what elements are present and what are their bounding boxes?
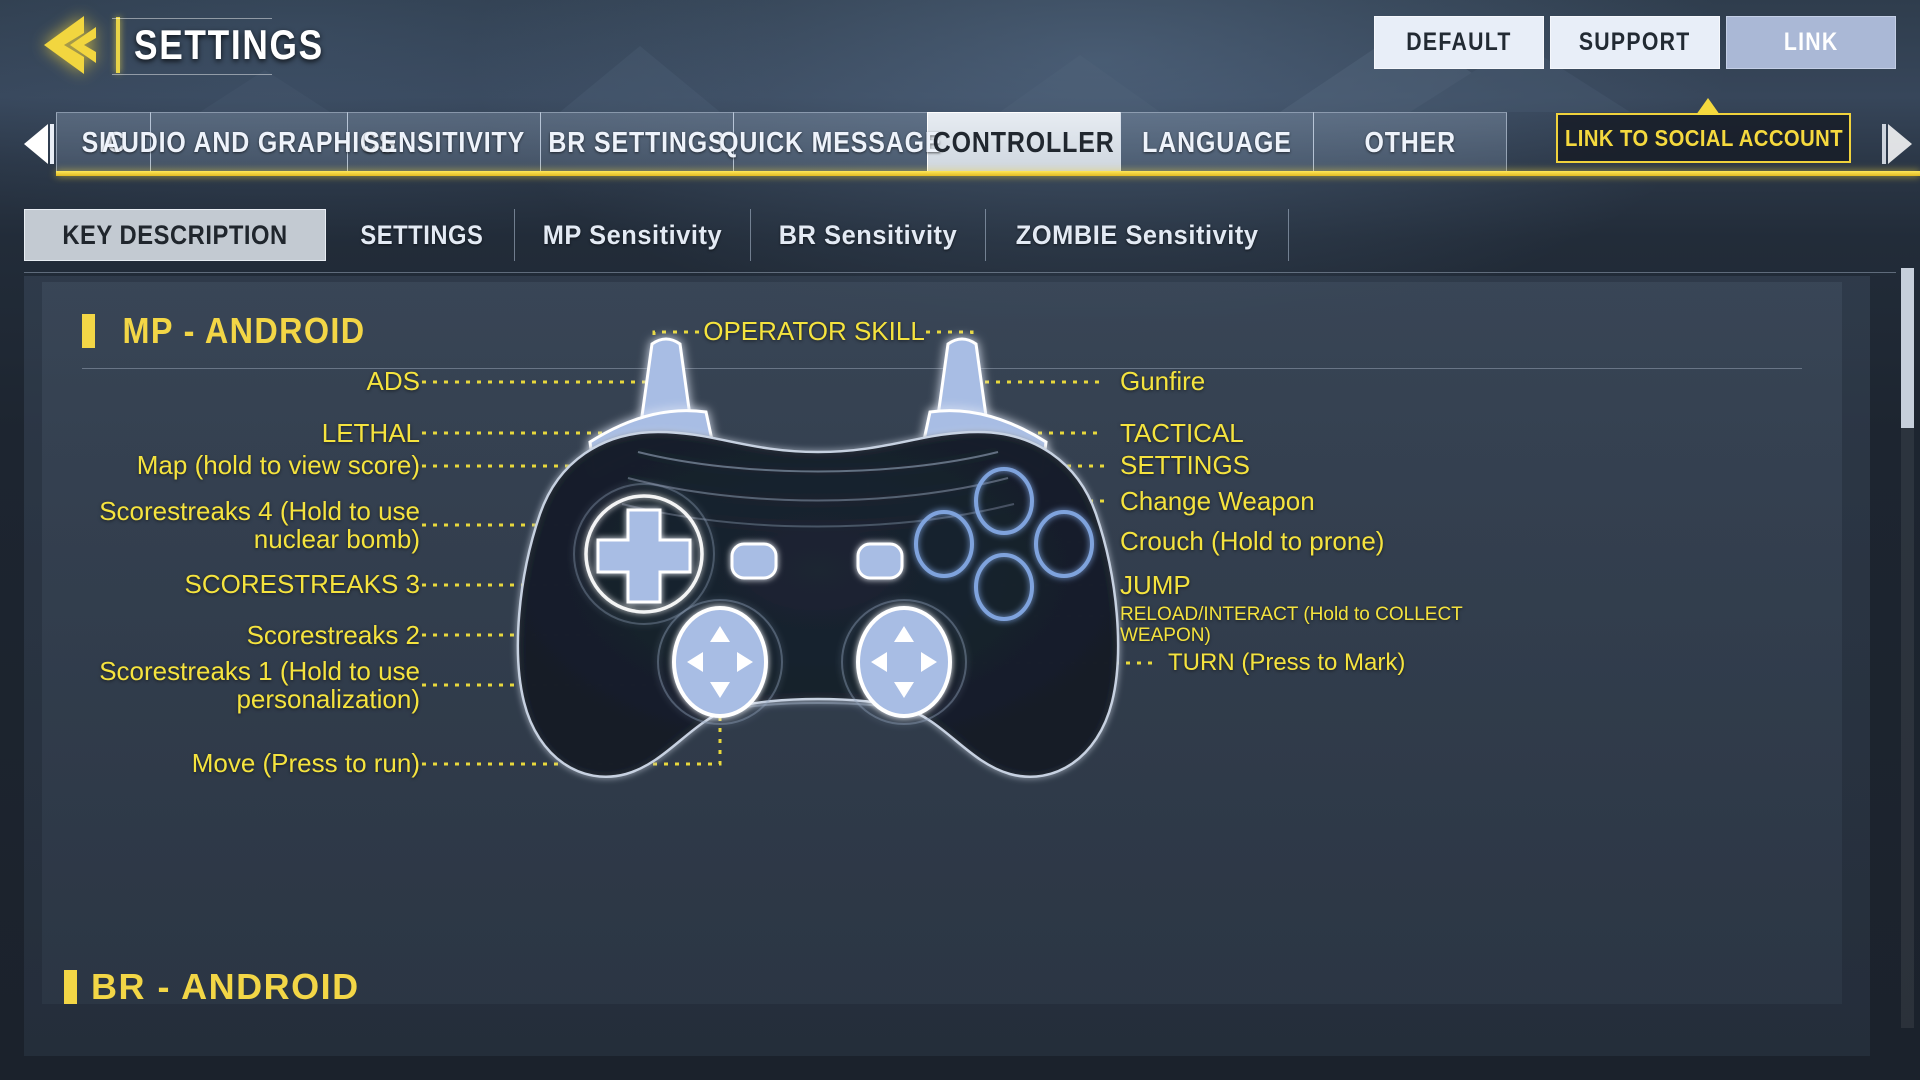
diagram-label-move: Move (Press to run) <box>191 748 420 778</box>
subtab-label: ZOMBIE Sensitivity <box>1015 219 1259 250</box>
diagram-label-operator-skill: OPERATOR SKILL <box>703 316 925 346</box>
chevron-right-icon[interactable] <box>1880 122 1914 166</box>
top-header: SETTINGS DEFAULT SUPPORT LINK <box>0 0 1920 100</box>
subtab-zombie-sensitivity[interactable]: ZOMBIE Sensitivity <box>986 209 1290 261</box>
tab-quick-message[interactable]: QUICK MESSAGE <box>719 112 941 174</box>
diagram-label-change-weapon: Change Weapon <box>1120 486 1315 516</box>
subtab-key-description[interactable]: KEY DESCRIPTION <box>24 209 327 261</box>
diagram-label-crouch: Crouch (Hold to prone) <box>1120 526 1385 556</box>
diagram-label-gunfire: Gunfire <box>1120 366 1206 396</box>
diagram-label-settings: SETTINGS <box>1120 450 1251 480</box>
diagram-label-scorestreaks-4: Scorestreaks 4 (Hold to use nuclear bomb… <box>99 496 420 554</box>
next-section-title-marker <box>64 970 77 1004</box>
diagram-label-tactical: TACTICAL <box>1120 418 1244 448</box>
diagram-label-turn: TURN (Press to Mark) <box>1168 649 1406 676</box>
subtab-label: MP Sensitivity <box>542 219 723 250</box>
tab-controller[interactable]: CONTROLLER <box>927 112 1121 174</box>
content-scrollbar[interactable] <box>1901 268 1914 1028</box>
header-button-support[interactable]: SUPPORT <box>1550 16 1720 69</box>
header-button-link[interactable]: LINK <box>1726 16 1896 69</box>
settings-screen: SETTINGS DEFAULT SUPPORT LINK SIC AUDIO AND… <box>0 0 1920 1080</box>
tab-br-settings[interactable]: BR SETTINGS <box>540 112 734 174</box>
tab-label: OTHER <box>1364 127 1456 159</box>
title-rule-bottom <box>112 74 272 75</box>
subtab-mp-sensitivity[interactable]: MP Sensitivity <box>515 209 751 261</box>
tab-label: BR SETTINGS <box>548 127 726 159</box>
header-buttons: DEFAULT SUPPORT LINK <box>1374 16 1896 69</box>
diagram-label-scorestreaks-1: Scorestreaks 1 (Hold to use personalizat… <box>99 656 420 714</box>
tab-label: AUDIO AND GRAPHICS <box>101 127 397 159</box>
tab-label: CONTROLLER <box>933 127 1115 159</box>
tab-label: SENSITIVITY <box>363 127 525 159</box>
controller-key-diagram: OPERATOR SKILL ADS LETHAL Map (hold to v… <box>42 282 1870 1056</box>
header-button-label: LINK <box>1783 28 1839 56</box>
scrollbar-thumb[interactable] <box>1901 268 1914 428</box>
header-button-default[interactable]: DEFAULT <box>1374 16 1544 69</box>
diagram-label-reload-interact: RELOAD/INTERACT (Hold to COLLECT WEAPON) <box>1120 604 1463 647</box>
next-section-title-text: BR - ANDROID <box>91 966 360 1007</box>
header-left-group: SETTINGS <box>40 14 360 76</box>
title-rule-top <box>112 18 272 19</box>
content-panel: MP - ANDROID OPERATOR SKILL ADS LETHAL M… <box>24 276 1870 1056</box>
back-arrow-icon[interactable] <box>40 14 110 76</box>
link-social-account-tooltip: LINK TO SOCIAL ACCOUNT <box>1556 98 1851 163</box>
tab-label: QUICK MESSAGE <box>718 127 943 159</box>
sub-tab-divider <box>24 272 1896 273</box>
tab-sensitivity[interactable]: SENSITIVITY <box>347 112 541 174</box>
subtab-label: SETTINGS <box>360 219 484 250</box>
tab-bar-underline <box>56 171 1920 176</box>
tab-other[interactable]: OTHER <box>1313 112 1507 174</box>
header-button-label: DEFAULT <box>1406 28 1512 56</box>
subtab-label: BR Sensitivity <box>778 219 958 250</box>
diagram-label-scorestreaks-3: SCORESTREAKS 3 <box>184 569 420 599</box>
diagram-label-ads: ADS <box>366 366 420 396</box>
tooltip-arrow-icon <box>1695 98 1720 115</box>
diagram-label-scorestreaks-2: Scorestreaks 2 <box>246 620 420 650</box>
tooltip-text: LINK TO SOCIAL ACCOUNT <box>1564 124 1843 151</box>
subtab-br-sensitivity[interactable]: BR Sensitivity <box>751 209 986 261</box>
diagram-label-map: Map (hold to view score) <box>136 450 420 480</box>
mp-android-card: MP - ANDROID OPERATOR SKILL ADS LETHAL M… <box>42 282 1842 1004</box>
chevron-left-icon[interactable] <box>22 122 56 166</box>
header-button-label: SUPPORT <box>1579 28 1691 56</box>
sub-tab-bar: KEY DESCRIPTION SETTINGS MP Sensitivity BR … <box>24 205 1896 265</box>
tab-audio-and-graphics[interactable]: AUDIO AND GRAPHICS <box>102 112 395 174</box>
subtab-label: KEY DESCRIPTION <box>62 219 288 250</box>
tab-label: LANGUAGE <box>1142 127 1292 159</box>
next-section-title: BR - ANDROID <box>64 966 360 1008</box>
subtab-settings[interactable]: SETTINGS <box>330 209 515 261</box>
title-divider <box>116 17 120 73</box>
tab-language[interactable]: LANGUAGE <box>1120 112 1314 174</box>
diagram-label-lethal: LETHAL <box>321 418 420 448</box>
page-title: SETTINGS <box>134 21 324 68</box>
main-tabs-list: SIC AUDIO AND GRAPHICS SENSITIVITY BR SETTI… <box>56 112 1507 174</box>
diagram-label-jump: JUMP <box>1120 570 1191 600</box>
